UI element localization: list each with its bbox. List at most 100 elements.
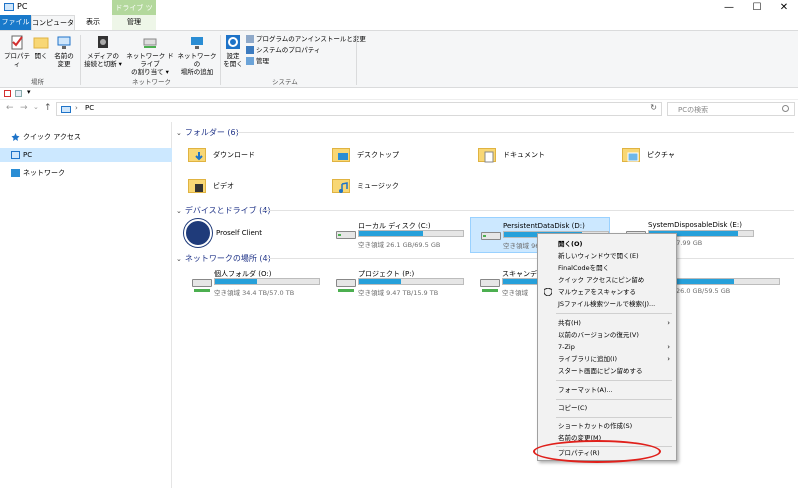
address-bar[interactable]: › PC ↻ xyxy=(56,102,662,116)
add-network-location-button[interactable]: ネットワークの 場所の追加 xyxy=(176,34,218,76)
menu-item-copy[interactable]: コピー(C) xyxy=(538,402,676,414)
close-button[interactable]: ✕ xyxy=(770,0,798,15)
rename-icon xyxy=(57,36,71,49)
folder-music[interactable]: ミュージック xyxy=(332,174,432,198)
menu-item-add-library[interactable]: ライブラリに追加(I) › xyxy=(538,353,676,365)
pc-icon xyxy=(61,106,71,113)
menu-item-scan-malware[interactable]: マルウェアをスキャンする xyxy=(538,286,676,298)
proself-client-drive[interactable]: Proself Client xyxy=(184,219,304,251)
submenu-arrow-icon: › xyxy=(667,319,670,327)
menu-item-finalcode[interactable]: FinalCodeを開く xyxy=(538,262,676,274)
proself-client-icon xyxy=(184,219,212,247)
refresh-icon[interactable]: ↻ xyxy=(650,103,657,112)
section-header-network[interactable]: ⌄ ネットワークの場所 (4) xyxy=(176,253,271,264)
menu-item-open[interactable]: 開く(O) xyxy=(538,238,676,250)
videos-folder-icon xyxy=(188,176,208,194)
chevron-down-icon: ⌄ xyxy=(176,255,182,263)
check-document-icon xyxy=(246,46,254,54)
uninstall-programs-button[interactable]: プログラムのアンインストールと変更 xyxy=(246,34,366,44)
group-label-system: システム xyxy=(272,78,298,86)
ribbon: プロパティ 開く 名前の 変更 場所 メディアの 接続と切断 ▾ ネットワーク … xyxy=(0,30,798,88)
network-drive-icon xyxy=(336,279,356,292)
address-text: PC xyxy=(85,104,95,112)
folder-downloads[interactable]: ダウンロード xyxy=(188,143,288,167)
media-connect-button[interactable]: メディアの 接続と切断 ▾ xyxy=(82,34,124,68)
drive-c[interactable]: ローカル ディスク (C:) 空き領域 26.1 GB/69.5 GB xyxy=(326,217,466,253)
drive-usage-bar xyxy=(676,278,780,285)
menu-item-open-new-window[interactable]: 新しいウィンドウで開く(E) xyxy=(538,250,676,262)
network-drive-icon xyxy=(143,38,157,48)
section-header-folders[interactable]: ⌄ フォルダー (6) xyxy=(176,127,239,138)
folder-open-icon xyxy=(33,37,49,49)
network-drive-icon xyxy=(192,279,212,292)
group-label-network: ネットワーク xyxy=(132,78,171,86)
open-button[interactable]: 開く xyxy=(32,34,50,60)
up-icon[interactable]: ↑ xyxy=(44,103,52,113)
menu-item-pin-quick-access[interactable]: クイック アクセスにピン留め xyxy=(538,274,676,286)
menu-item-share[interactable]: 共有(H) › xyxy=(538,317,676,329)
folder-documents[interactable]: ドキュメント xyxy=(478,143,578,167)
drive-usage-bar xyxy=(214,278,320,285)
search-input[interactable]: PCの検索 xyxy=(667,102,795,116)
group-label-location: 場所 xyxy=(31,78,44,86)
shield-icon xyxy=(544,288,552,296)
folder-desktop[interactable]: デスクトップ xyxy=(332,143,432,167)
tab-file[interactable]: ファイル xyxy=(0,15,31,30)
drive-usage-bar xyxy=(358,230,464,237)
section-header-drives[interactable]: ⌄ デバイスとドライブ (4) xyxy=(176,205,271,216)
submenu-arrow-icon: › xyxy=(667,343,670,351)
download-folder-icon xyxy=(188,145,208,163)
pc-icon xyxy=(11,151,20,159)
context-menu: 開く(O) 新しいウィンドウで開く(E) FinalCodeを開く クイック ア… xyxy=(537,233,677,461)
hard-drive-icon xyxy=(481,232,501,242)
drive-usage-bar xyxy=(358,278,464,285)
submenu-arrow-icon: › xyxy=(667,355,670,363)
path-chevron-icon[interactable]: › xyxy=(75,104,78,112)
menu-item-restore-versions[interactable]: 以前のバージョンの復元(V) xyxy=(538,329,676,341)
map-network-drive-button[interactable]: ネットワーク ドライブ の割り当て ▾ xyxy=(124,34,176,76)
computer-manage-icon xyxy=(246,57,254,65)
hard-drive-icon xyxy=(336,231,356,241)
desktop-folder-icon xyxy=(332,145,352,163)
nav-item-network[interactable]: ネットワーク xyxy=(0,166,172,180)
tab-manage[interactable]: 管理 xyxy=(112,15,156,30)
properties-button[interactable]: プロパティ xyxy=(2,34,32,68)
drive-tools-context-label: ドライブ ツール xyxy=(112,0,156,28)
nav-item-quick-access[interactable]: クイック アクセス xyxy=(0,130,172,144)
search-icon xyxy=(782,105,789,112)
customize-qat-icon[interactable]: ▾ xyxy=(27,88,31,96)
tab-view[interactable]: 表示 xyxy=(76,15,110,30)
music-folder-icon xyxy=(332,176,352,194)
highlight-ellipse xyxy=(533,440,661,463)
manage-button[interactable]: 管理 xyxy=(246,56,269,66)
tab-computer[interactable]: コンピューター xyxy=(31,15,75,41)
minimize-button[interactable]: — xyxy=(715,0,743,15)
back-icon[interactable]: ← xyxy=(6,103,14,113)
rename-button[interactable]: 名前の 変更 xyxy=(52,34,76,68)
menu-item-create-shortcut[interactable]: ショートカットの作成(S) xyxy=(538,420,676,432)
folder-videos[interactable]: ビデオ xyxy=(188,174,288,198)
menu-item-pin-start[interactable]: スタート画面にピン留めする xyxy=(538,365,676,377)
star-icon xyxy=(11,133,20,141)
forward-icon[interactable]: → xyxy=(20,103,28,113)
nav-item-pc[interactable]: PC xyxy=(0,148,172,162)
chevron-down-icon: ⌄ xyxy=(176,207,182,215)
network-drive-p[interactable]: プロジェクト (P:) 空き領域 9.47 TB/15.9 TB xyxy=(326,265,466,301)
folder-pictures[interactable]: ピクチャ xyxy=(622,143,722,167)
recent-locations-icon[interactable]: ⌄ xyxy=(33,103,39,111)
properties-icon[interactable] xyxy=(4,90,11,97)
network-drive-o[interactable]: 個人フォルダ (O:) 空き領域 34.4 TB/57.0 TB xyxy=(182,265,322,301)
navigation-bar: ← → ⌄ ↑ › PC ↻ PCの検索 xyxy=(0,100,798,118)
new-folder-icon[interactable] xyxy=(15,90,22,97)
menu-item-js-search[interactable]: JSファイル検索ツールで検索(J)... xyxy=(538,298,676,310)
documents-folder-icon xyxy=(478,145,498,163)
pc-icon xyxy=(4,3,14,11)
system-properties-button[interactable]: システムのプロパティ xyxy=(246,45,320,55)
window-title: PC xyxy=(17,2,28,11)
open-settings-button[interactable]: 設定 を開く xyxy=(222,34,244,68)
network-drive-icon xyxy=(480,279,500,292)
maximize-button[interactable]: ☐ xyxy=(743,0,771,15)
media-icon xyxy=(98,36,108,48)
menu-item-7zip[interactable]: 7-Zip › xyxy=(538,341,676,353)
menu-item-format[interactable]: フォーマット(A)... xyxy=(538,384,676,396)
